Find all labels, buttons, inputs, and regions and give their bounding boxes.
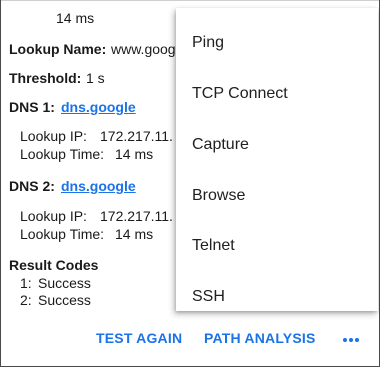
menu-item-ssh[interactable]: SSH: [176, 272, 378, 322]
result-code-num: 1:: [20, 275, 32, 291]
dns2-time-label: Lookup Time:: [20, 226, 105, 242]
menu-item-capture[interactable]: Capture: [176, 120, 378, 170]
path-analysis-button[interactable]: PATH ANALYSIS: [204, 330, 316, 346]
menu-item-telnet[interactable]: Telnet: [176, 221, 378, 271]
dns2-ip-value: 172.217.11.: [100, 208, 173, 224]
menu-item-label: Ping: [192, 34, 225, 51]
threshold-label: Threshold:: [9, 70, 82, 86]
dns2-ip-label: Lookup IP:: [20, 208, 87, 224]
dns1-link[interactable]: dns.google: [61, 99, 136, 116]
menu-item-label: Telnet: [192, 237, 235, 254]
menu-item-label: Capture: [192, 136, 249, 153]
test-again-button[interactable]: TEST AGAIN: [96, 330, 182, 346]
dns1-ip-value: 172.217.11.: [100, 128, 173, 144]
overflow-menu: Ping TCP Connect Capture Browse Telnet S…: [176, 8, 378, 311]
result-codes-label: Result Codes: [9, 257, 99, 273]
lookup-name-label: Lookup Name:: [9, 41, 107, 57]
dns1-time-label: Lookup Time:: [20, 146, 105, 162]
action-bar: TEST AGAIN PATH ANALYSIS: [0, 322, 378, 358]
menu-item-label: Browse: [192, 187, 246, 204]
result-code-status: Success: [38, 275, 91, 291]
result-code-status: Success: [38, 292, 91, 308]
menu-item-tcp-connect[interactable]: TCP Connect: [176, 69, 378, 119]
threshold-value: 1 s: [86, 70, 105, 86]
more-horiz-icon[interactable]: [338, 326, 364, 352]
dns1-time-value: 14 ms: [115, 146, 154, 162]
dns2-label: DNS 2:: [9, 178, 55, 194]
time-value-top: 14 ms: [56, 10, 95, 26]
dns1-ip-label: Lookup IP:: [20, 128, 87, 144]
dns2-time-value: 14 ms: [115, 226, 154, 242]
menu-item-ping[interactable]: Ping: [176, 18, 378, 68]
lookup-name-value: www.google.com: [111, 41, 176, 57]
menu-item-label: SSH: [192, 288, 225, 305]
menu-item-label: TCP Connect: [192, 85, 288, 102]
dns1-label: DNS 1:: [9, 99, 55, 115]
dns2-link[interactable]: dns.google: [61, 178, 136, 195]
result-code-num: 2:: [20, 292, 32, 308]
menu-item-browse[interactable]: Browse: [176, 171, 378, 221]
